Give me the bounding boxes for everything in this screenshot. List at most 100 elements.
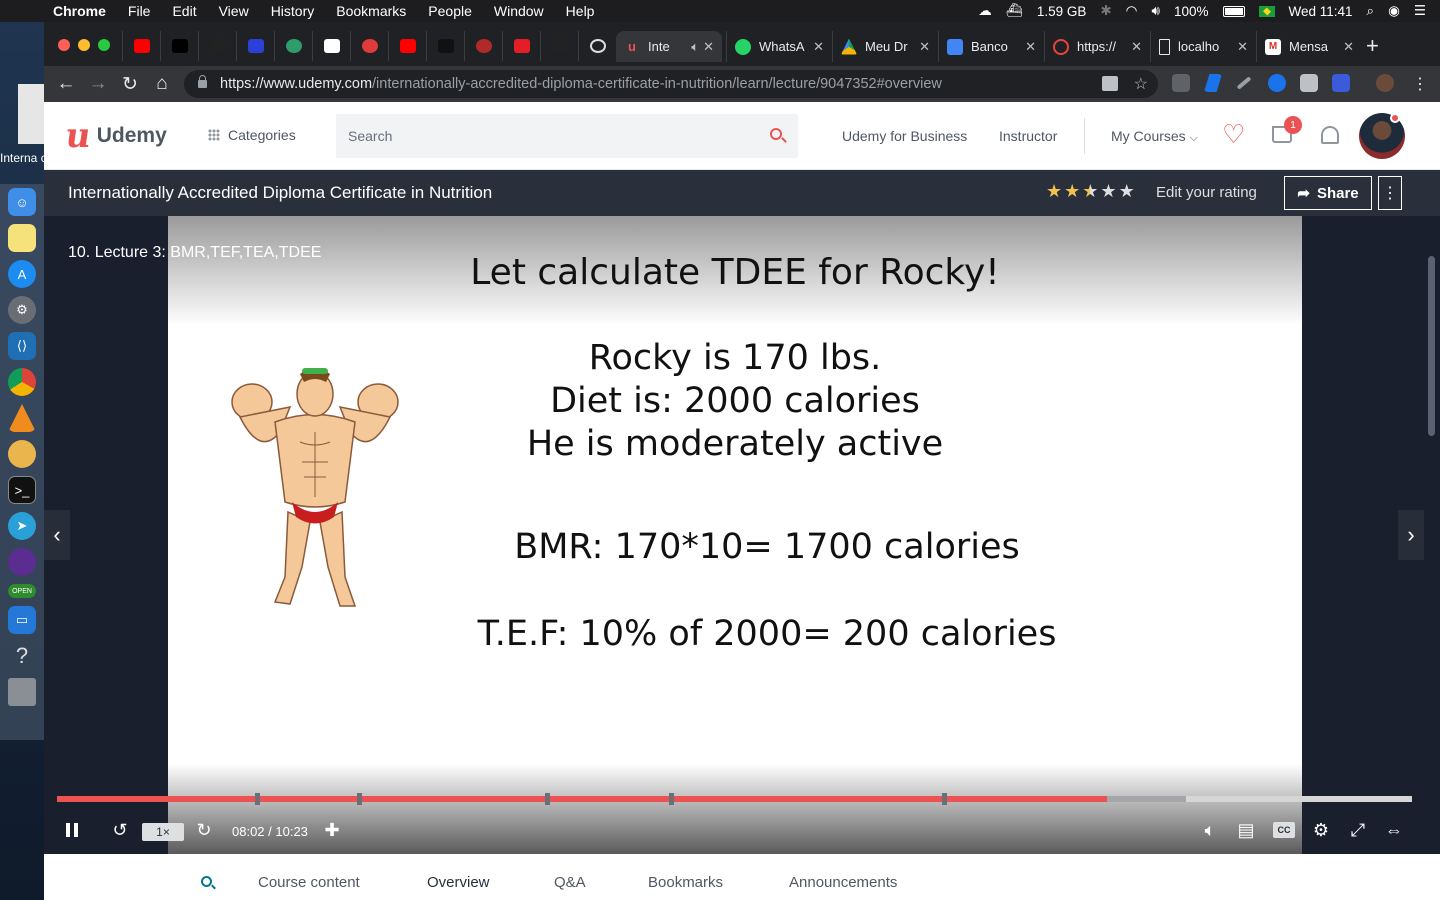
previous-lecture-chevron-icon[interactable]: ‹ [44,510,70,560]
pinned-tab[interactable] [160,31,198,61]
battery-icon[interactable] [1222,5,1245,17]
keynote-icon[interactable]: ▭ [8,606,36,634]
categories-menu[interactable]: Categories [208,127,296,143]
extension-bookmark-icon[interactable] [1332,74,1350,92]
volume-icon[interactable]: 🔊︎ [1151,3,1160,19]
creative-cloud-icon[interactable]: ☁ [978,3,992,19]
menu-window[interactable]: Window [483,3,555,19]
tab-gmail[interactable]: M Mensa ✕ [1256,31,1362,62]
settings-gear-icon[interactable]: ⚙ [1309,818,1333,842]
udemy-for-business-link[interactable]: Udemy for Business [842,128,967,144]
video-player[interactable]: Let calculate TDEE for Rocky! Rocky is 1… [44,216,1424,854]
udemy-logo[interactable]: u Udemy [63,116,167,156]
close-tab-icon[interactable]: ✕ [703,39,714,55]
extension-icon[interactable] [1268,74,1286,92]
menu-history[interactable]: History [260,3,326,19]
reload-icon[interactable]: ↻ [118,72,142,96]
pinned-tab[interactable] [350,31,388,61]
page-scrollbar[interactable] [1424,216,1440,854]
menu-people[interactable]: People [417,3,483,19]
pinned-tab[interactable] [502,31,540,61]
telegram-icon[interactable]: ➤ [8,512,36,540]
pinned-tab[interactable] [236,31,274,61]
close-tab-icon[interactable]: ✕ [1131,39,1142,55]
minimize-window-icon[interactable] [78,39,90,51]
playback-speed-button[interactable]: 1× [142,823,184,841]
star-icon[interactable]: ★ [1046,182,1062,200]
star-icon[interactable]: ★ [1100,182,1116,200]
memory-readout[interactable]: 1.59 GB [1037,4,1087,19]
notifications-bell-icon[interactable] [1321,126,1339,144]
maximize-window-icon[interactable] [98,39,110,51]
new-tab-button[interactable]: + [1366,35,1379,57]
tab-course-content[interactable]: Course content [258,874,360,891]
app-store-icon[interactable]: A [8,260,36,288]
expanded-view-icon[interactable]: ⇔ [1382,818,1406,842]
pinned-tab[interactable] [426,31,464,61]
siri-icon[interactable]: ◉ [1388,3,1400,19]
sequel-pro-icon[interactable] [8,440,36,468]
extension-chat-icon[interactable] [1300,74,1318,92]
close-tab-icon[interactable]: ✕ [1343,39,1354,55]
next-lecture-chevron-icon[interactable]: › [1398,510,1424,560]
close-tab-icon[interactable]: ✕ [1025,39,1036,55]
tab-whatsapp[interactable]: WhatsA ✕ [726,31,832,62]
menu-app-name[interactable]: Chrome [42,3,117,19]
terminal-icon[interactable]: >_ [8,476,36,504]
desktop-file-thumbnail[interactable] [18,84,44,144]
tab-qa[interactable]: Q&A [554,874,586,891]
chapter-marker[interactable] [255,793,260,805]
menu-help[interactable]: Help [555,3,606,19]
system-preferences-icon[interactable]: ⚙ [8,296,36,324]
vlc-icon[interactable] [8,404,36,432]
menu-edit[interactable]: Edit [161,3,207,19]
search-icon[interactable] [201,876,212,887]
menu-view[interactable]: View [208,3,260,19]
finder-icon[interactable]: ☺ [8,188,36,216]
rating-stars[interactable]: ★ ★ ★ ★ ★ [1046,182,1135,200]
wifi-icon[interactable]: ◠ [1126,3,1138,19]
volume-icon[interactable]: 🔈︎ [1198,818,1222,842]
address-bar[interactable]: https://www.udemy.com/internationally-ac… [184,70,1158,98]
profile-avatar-icon[interactable] [1376,74,1394,92]
extension-icon[interactable] [1236,76,1252,90]
tor-browser-icon[interactable] [8,548,36,576]
input-source-flag-icon[interactable] [1258,5,1275,17]
scrollbar-thumb[interactable] [1428,256,1435,436]
pause-button[interactable] [60,818,84,842]
extension-icon[interactable] [1172,74,1190,92]
star-icon[interactable]: ★ [1119,182,1135,200]
close-window-icon[interactable] [58,39,70,51]
tab-udemy[interactable]: u Inte 🔈︎ ✕ [616,31,722,62]
notes-icon[interactable] [8,224,36,252]
pinned-tab[interactable] [540,31,578,61]
rewind-icon[interactable]: ↺ [108,818,132,842]
close-tab-icon[interactable]: ✕ [1237,39,1248,55]
trash-icon[interactable] [8,678,36,706]
search-input[interactable] [348,128,748,144]
chrome-icon[interactable] [8,368,36,396]
lock-icon[interactable] [198,75,207,88]
desktop-file-label[interactable]: Interna ccredit [0,152,44,165]
menu-bookmarks[interactable]: Bookmarks [325,3,417,19]
add-bookmark-icon[interactable]: ✚ [320,818,344,842]
chapter-marker[interactable] [942,793,947,805]
tab-loading[interactable]: https:// ✕ [1044,31,1150,62]
chapter-marker[interactable] [545,793,550,805]
more-options-button[interactable]: ⋮ [1378,176,1402,210]
notification-center-icon[interactable]: ☰ [1414,3,1426,19]
battery-percent[interactable]: 100% [1174,4,1209,19]
my-courses-menu[interactable]: My Courses ⌵ [1111,128,1198,145]
extension-pen-icon[interactable] [1204,74,1222,92]
tab-bookmarks[interactable]: Bookmarks [648,874,723,891]
star-icon[interactable]: ★ [1064,182,1080,200]
tab-audio-icon[interactable]: 🔈︎ [691,39,699,55]
course-title[interactable]: Internationally Accredited Diploma Certi… [68,183,492,203]
tab-localhost[interactable]: localho ✕ [1150,31,1256,62]
menu-file[interactable]: File [117,3,162,19]
edit-rating-link[interactable]: Edit your rating [1156,184,1257,201]
bookmark-star-icon[interactable]: ☆ [1134,74,1148,94]
browser-menu-icon[interactable]: ⋮ [1408,72,1432,96]
video-progress-bar[interactable] [57,793,1412,805]
vscode-icon[interactable]: ⟨⟩ [8,332,36,360]
